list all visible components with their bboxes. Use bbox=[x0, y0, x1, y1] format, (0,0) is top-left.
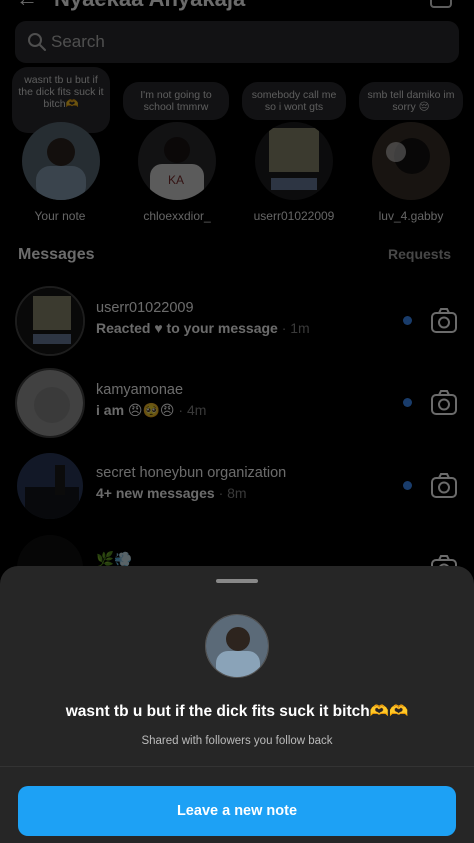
thread-name: secret honeybun organization bbox=[96, 465, 287, 481]
avatar-chloe[interactable]: KA bbox=[138, 122, 216, 200]
thread-preview: 4+ new messages · 8m bbox=[96, 485, 247, 501]
thread-row[interactable]: kamyamonae i am 😠🥺😠 · 4m bbox=[0, 368, 474, 450]
unread-dot bbox=[403, 481, 412, 490]
note-text: smb tell damiko im sorry 😔 bbox=[359, 82, 463, 120]
thread-time: · 4m bbox=[174, 402, 207, 418]
unread-dot bbox=[403, 316, 412, 325]
search-input[interactable] bbox=[51, 29, 441, 55]
thread-time: · 8m bbox=[214, 485, 247, 501]
back-arrow-icon[interactable]: ← bbox=[16, 0, 38, 12]
avatar-gabby[interactable] bbox=[372, 122, 450, 200]
header-title[interactable]: Nyaekaa Anyakaja bbox=[54, 0, 245, 12]
new-message-icon[interactable] bbox=[430, 0, 452, 8]
camera-icon[interactable] bbox=[430, 473, 458, 499]
sheet-divider bbox=[0, 766, 474, 767]
messages-heading: Messages bbox=[18, 246, 95, 263]
avatar-userr[interactable] bbox=[255, 122, 333, 200]
thread-row[interactable]: secret honeybun organization 4+ new mess… bbox=[0, 451, 474, 533]
note-text: somebody call me so i wont gts bbox=[242, 82, 346, 120]
thread-row[interactable]: userr01022009 Reacted ♥ to your message … bbox=[0, 286, 474, 368]
note-label-own: Your note bbox=[34, 209, 86, 223]
note-bubble-userr[interactable]: somebody call me so i wont gts bbox=[238, 82, 350, 120]
sheet-avatar bbox=[205, 614, 269, 678]
thread-preview: i am 😠🥺😠 · 4m bbox=[96, 402, 207, 418]
search-icon bbox=[28, 33, 46, 51]
camera-icon[interactable] bbox=[430, 390, 458, 416]
note-label-userr: userr01022009 bbox=[253, 209, 335, 223]
sheet-subtitle: Shared with followers you follow back bbox=[141, 735, 333, 747]
sheet-note-text: wasnt tb u but if the dick fits suck it … bbox=[65, 703, 409, 720]
note-bubble-gabby[interactable]: smb tell damiko im sorry 😔 bbox=[355, 82, 467, 120]
top-bar: ← Nyaekaa Anyakaja bbox=[0, 0, 474, 14]
avatar bbox=[15, 286, 85, 356]
svg-text:KA: KA bbox=[168, 173, 184, 187]
screen: ← Nyaekaa Anyakaja wasnt tb u but if the… bbox=[0, 0, 474, 843]
thread-name: kamyamonae bbox=[96, 382, 184, 398]
note-bubble-chloe[interactable]: I'm not going to school tmmrw bbox=[120, 82, 232, 120]
avatar bbox=[15, 368, 85, 438]
unread-dot bbox=[403, 398, 412, 407]
note-label-gabby: luv_4.gabby bbox=[378, 209, 444, 223]
avatar-own[interactable] bbox=[22, 122, 100, 200]
leave-new-note-button[interactable]: Leave a new note bbox=[18, 786, 456, 836]
note-label-chloe: chloexxdior_ bbox=[143, 209, 211, 223]
thread-name: userr01022009 bbox=[96, 300, 194, 316]
note-text: I'm not going to school tmmrw bbox=[123, 82, 229, 120]
avatar bbox=[15, 451, 85, 521]
note-bottom-sheet: wasnt tb u but if the dick fits suck it … bbox=[0, 566, 474, 843]
thread-preview: Reacted ♥ to your message · 1m bbox=[96, 320, 310, 336]
camera-icon[interactable] bbox=[430, 308, 458, 334]
thread-time: · 1m bbox=[277, 320, 310, 336]
search-bar[interactable] bbox=[15, 21, 459, 63]
sheet-drag-handle[interactable] bbox=[216, 579, 258, 583]
requests-link[interactable]: Requests bbox=[388, 246, 451, 262]
